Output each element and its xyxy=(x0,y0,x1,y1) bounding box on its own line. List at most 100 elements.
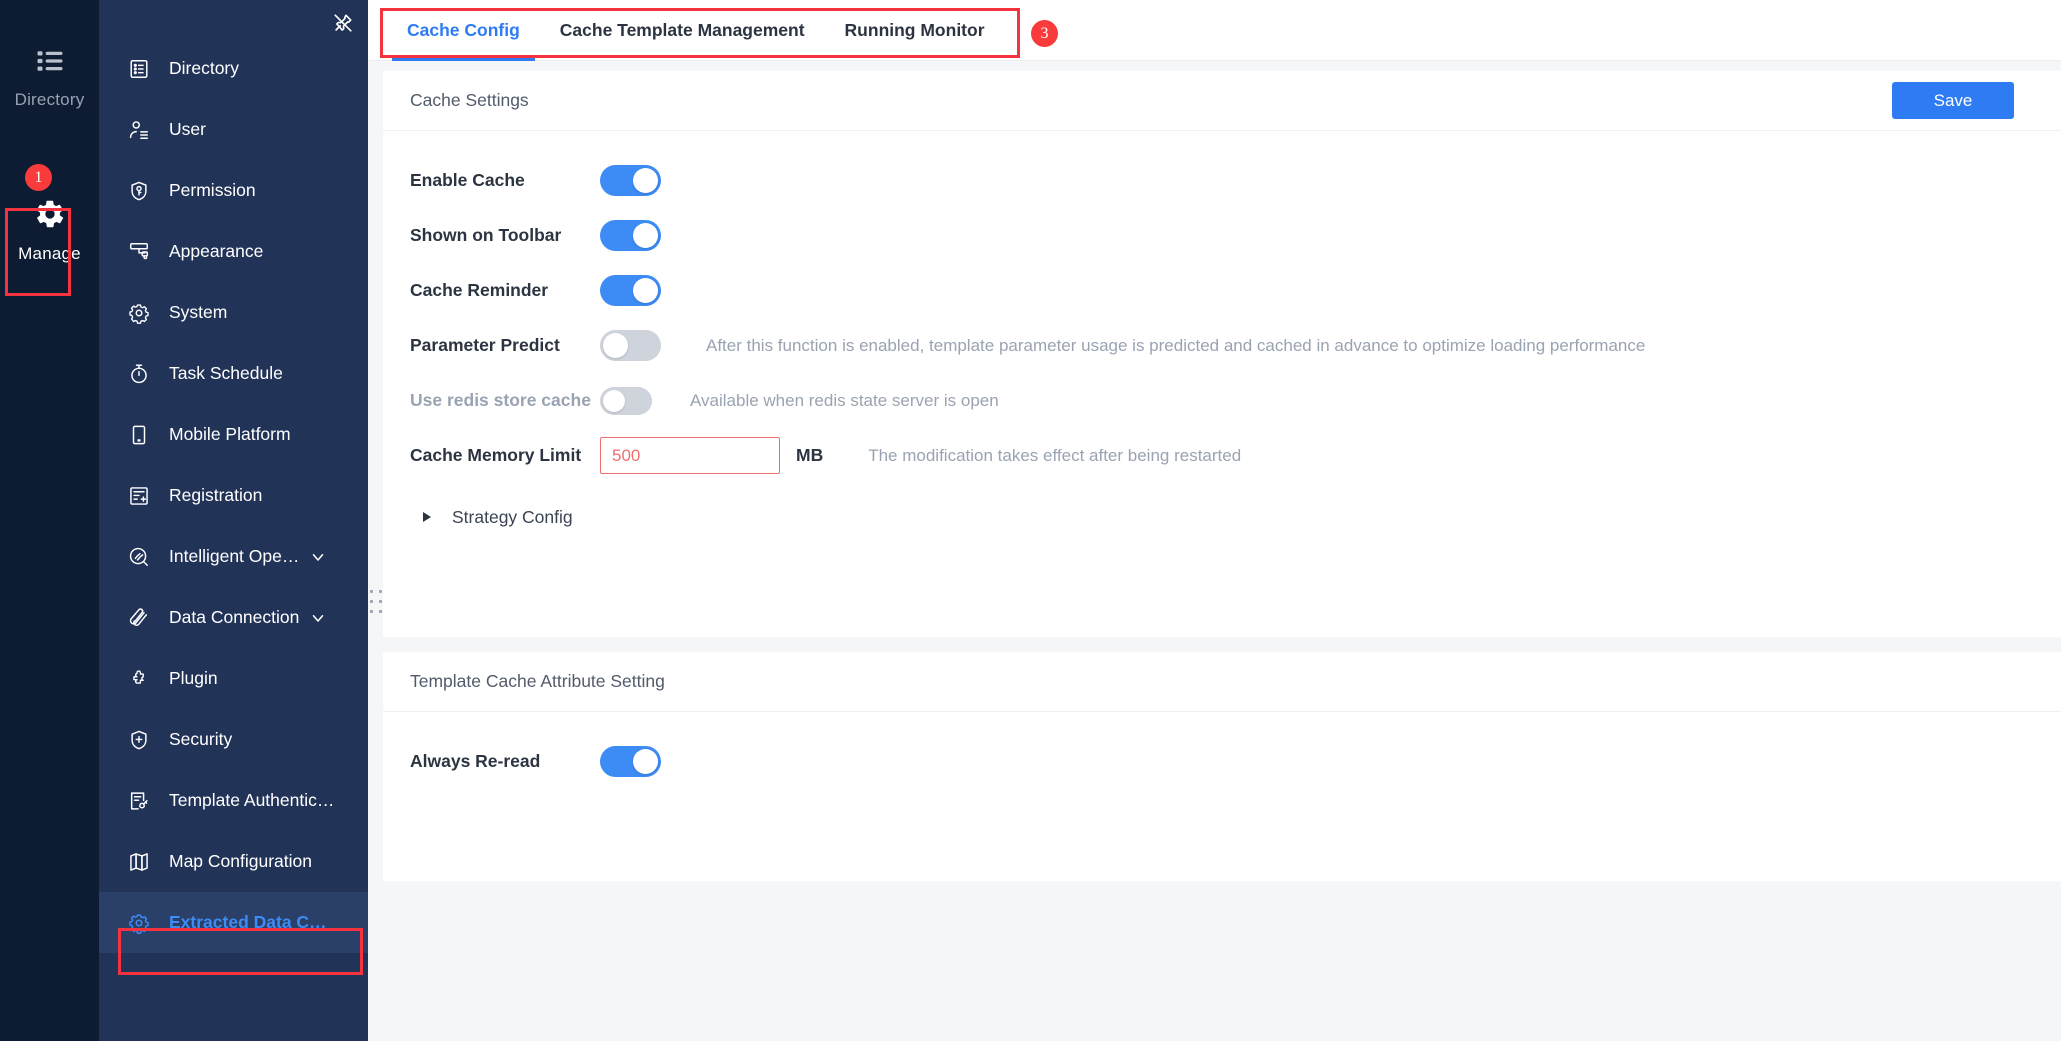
sidebar-nav: Directory User xyxy=(99,38,368,953)
caret-right-icon xyxy=(423,512,431,522)
sidebar-item-mobile-platform[interactable]: Mobile Platform xyxy=(99,404,368,465)
cache-settings-card: Cache Settings Save Enable Cache Shown o… xyxy=(383,71,2061,637)
sidebar-item-plugin[interactable]: Plugin xyxy=(99,648,368,709)
row-enable-cache-label: Enable Cache xyxy=(410,170,600,191)
cache-settings-header: Cache Settings Save xyxy=(383,71,2061,131)
tab-cache-config[interactable]: Cache Config xyxy=(387,0,540,61)
template-cache-attribute-rows: Always Re-read xyxy=(383,712,2061,789)
sidebar-item-registration[interactable]: Registration xyxy=(99,465,368,526)
unpin-icon[interactable] xyxy=(328,8,358,38)
map-icon xyxy=(126,851,152,873)
chevron-down-icon[interactable] xyxy=(309,548,327,566)
row-parameter-predict: Parameter Predict After this function is… xyxy=(383,318,2061,373)
rail-item-directory-label: Directory xyxy=(15,90,85,110)
tab-running-monitor-label: Running Monitor xyxy=(845,20,985,41)
sidebar-item-task-schedule-label: Task Schedule xyxy=(169,363,283,384)
sidebar-item-extracted-data-cache[interactable]: Extracted Data C… xyxy=(99,892,368,953)
sidebar-item-security[interactable]: Security xyxy=(99,709,368,770)
strategy-config-toggle[interactable]: Strategy Config xyxy=(383,493,2061,541)
rail-item-manage[interactable]: Manage xyxy=(0,198,99,264)
tab-cache-template-management[interactable]: Cache Template Management xyxy=(540,0,825,61)
permission-icon xyxy=(126,180,152,202)
sidebar-item-mobile-platform-label: Mobile Platform xyxy=(169,424,291,445)
sidebar-item-permission-label: Permission xyxy=(169,180,256,201)
sidebar-item-user[interactable]: User xyxy=(99,99,368,160)
app-root: Directory Manage 1 xyxy=(0,0,2061,1041)
enable-cache-toggle[interactable] xyxy=(600,165,661,196)
parameter-predict-toggle[interactable] xyxy=(600,330,661,361)
rail-item-manage-label: Manage xyxy=(18,244,81,264)
template-cache-attribute-card: Template Cache Attribute Setting Always … xyxy=(383,652,2061,881)
chevron-down-icon[interactable] xyxy=(309,609,327,627)
row-enable-cache: Enable Cache xyxy=(383,153,2061,208)
row-use-redis-store-cache-label: Use redis store cache xyxy=(410,390,600,411)
list-icon xyxy=(35,46,65,76)
timer-icon xyxy=(126,363,152,385)
system-icon xyxy=(126,302,152,324)
save-button[interactable]: Save xyxy=(1892,82,2014,119)
sidebar-item-user-label: User xyxy=(169,119,206,140)
row-cache-reminder: Cache Reminder xyxy=(383,263,2061,318)
cache-reminder-toggle[interactable] xyxy=(600,275,661,306)
sidebar-item-intelligent-operation-label: Intelligent Ope… xyxy=(169,546,299,567)
sidebar-item-directory-label: Directory xyxy=(169,58,239,79)
row-cache-reminder-label: Cache Reminder xyxy=(410,280,600,301)
extracted-data-icon xyxy=(126,912,152,934)
cache-memory-limit-input[interactable] xyxy=(600,437,780,474)
sidebar-item-appearance[interactable]: Appearance xyxy=(99,221,368,282)
sidebar-item-registration-label: Registration xyxy=(169,485,262,506)
sidebar-item-map-configuration[interactable]: Map Configuration xyxy=(99,831,368,892)
template-cache-attribute-title: Template Cache Attribute Setting xyxy=(410,671,665,692)
main-content: Cache Config Cache Template Management R… xyxy=(368,0,2061,1041)
link-icon xyxy=(126,607,152,629)
template-cache-attribute-header: Template Cache Attribute Setting xyxy=(383,652,2061,712)
user-icon xyxy=(126,119,152,141)
cache-settings-title: Cache Settings xyxy=(410,90,529,111)
sidebar-item-plugin-label: Plugin xyxy=(169,668,218,689)
row-always-re-read: Always Re-read xyxy=(383,734,2061,789)
row-shown-on-toolbar-label: Shown on Toolbar xyxy=(410,225,600,246)
tab-running-monitor[interactable]: Running Monitor xyxy=(825,0,1005,61)
rail-item-directory[interactable]: Directory xyxy=(0,46,99,110)
sidebar-item-extracted-data-cache-label: Extracted Data C… xyxy=(169,912,327,933)
annotation-badge-1: 1 xyxy=(25,164,52,191)
row-cache-memory-limit-label: Cache Memory Limit xyxy=(410,445,600,466)
row-use-redis-store-cache: Use redis store cache Available when red… xyxy=(383,373,2061,428)
sidebar-item-template-authentication-label: Template Authentic… xyxy=(169,790,334,811)
cache-memory-limit-description: The modification takes effect after bein… xyxy=(868,446,1241,466)
directory-icon xyxy=(126,58,152,80)
use-redis-store-cache-description: Available when redis state server is ope… xyxy=(690,391,999,411)
sidebar-item-task-schedule[interactable]: Task Schedule xyxy=(99,343,368,404)
sidebar-item-system[interactable]: System xyxy=(99,282,368,343)
parameter-predict-description: After this function is enabled, template… xyxy=(706,336,1645,356)
annotation-badge-3: 3 xyxy=(1031,20,1058,47)
sidebar-item-map-configuration-label: Map Configuration xyxy=(169,851,312,872)
mobile-icon xyxy=(126,424,152,446)
always-re-read-toggle[interactable] xyxy=(600,746,661,777)
row-parameter-predict-label: Parameter Predict xyxy=(410,335,600,356)
sidebar-item-appearance-label: Appearance xyxy=(169,241,263,262)
appearance-icon xyxy=(126,241,152,263)
row-shown-on-toolbar: Shown on Toolbar xyxy=(383,208,2061,263)
sidebar-item-intelligent-operation[interactable]: Intelligent Ope… xyxy=(99,526,368,587)
tab-cache-config-label: Cache Config xyxy=(407,20,520,41)
left-rail: Directory Manage 1 xyxy=(0,0,99,1041)
row-cache-memory-limit: Cache Memory Limit MB The modification t… xyxy=(383,428,2061,483)
sidebar-item-directory[interactable]: Directory xyxy=(99,38,368,99)
cache-memory-limit-unit: MB xyxy=(796,445,823,466)
use-redis-store-cache-toggle xyxy=(600,387,652,415)
sidebar-item-system-label: System xyxy=(169,302,227,323)
sidebar-item-security-label: Security xyxy=(169,729,232,750)
plugin-icon xyxy=(126,668,152,690)
strategy-config-label: Strategy Config xyxy=(452,507,573,528)
sidebar-item-permission[interactable]: Permission xyxy=(99,160,368,221)
gear-icon xyxy=(34,198,66,230)
shown-on-toolbar-toggle[interactable] xyxy=(600,220,661,251)
cache-settings-rows: Enable Cache Shown on Toolbar Cache Remi… xyxy=(383,131,2061,541)
sidebar-item-data-connection[interactable]: Data Connection xyxy=(99,587,368,648)
sidebar-resize-handle[interactable] xyxy=(370,590,383,616)
sidebar: Directory User xyxy=(99,0,368,1041)
registration-icon xyxy=(126,485,152,507)
sidebar-item-template-authentication[interactable]: Template Authentic… xyxy=(99,770,368,831)
sidebar-item-data-connection-label: Data Connection xyxy=(169,607,299,628)
